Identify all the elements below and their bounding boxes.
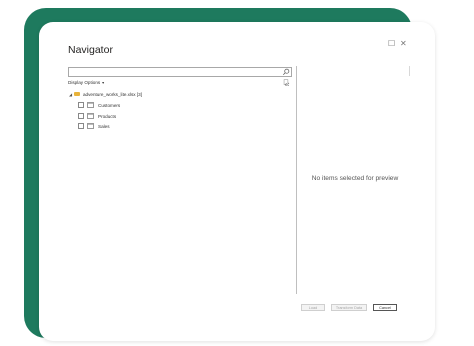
search-icon[interactable] — [282, 68, 290, 76]
checkbox-sales[interactable] — [78, 123, 84, 129]
table-icon — [87, 113, 94, 119]
tree-item-customers[interactable]: Customers — [78, 102, 120, 108]
refresh-icon[interactable] — [283, 79, 290, 86]
tree-root-label: adventure_works_lite.xlsx [3] — [83, 91, 142, 97]
tree-item-label: Customers — [98, 102, 121, 108]
search-box[interactable] — [68, 67, 292, 77]
display-options-dropdown[interactable]: Display Options ▾ — [68, 80, 104, 85]
dialog-title: Navigator — [68, 44, 113, 56]
tree-root-file[interactable]: ◢ adventure_works_lite.xlsx [3] — [69, 91, 142, 97]
tree-item-sales[interactable]: Sales — [78, 123, 110, 129]
window-edge-divider — [409, 66, 410, 76]
preview-empty-message: No items selected for preview — [311, 175, 399, 182]
search-input[interactable] — [69, 68, 281, 76]
transform-data-button[interactable]: Transform Data — [331, 304, 367, 311]
maximize-icon[interactable]: ☐ — [388, 39, 395, 49]
screenshot-stage: Navigator ☐ ✕ Display Options ▾ ◢ adventu… — [0, 0, 474, 346]
navigator-dialog: Navigator ☐ ✕ Display Options ▾ ◢ adventu… — [39, 22, 435, 341]
table-icon — [87, 102, 94, 108]
tree-item-label: Sales — [98, 123, 110, 129]
tree-item-products[interactable]: Products — [78, 113, 116, 119]
cancel-button[interactable]: Cancel — [373, 304, 397, 311]
checkbox-products[interactable] — [78, 113, 84, 119]
checkbox-customers[interactable] — [78, 102, 84, 108]
display-options-label: Display Options — [68, 80, 101, 85]
table-icon — [87, 123, 94, 129]
panel-divider[interactable] — [296, 66, 297, 294]
tree-item-label: Products — [98, 113, 117, 119]
chevron-down-icon: ▾ — [102, 80, 105, 85]
load-button[interactable]: Load — [301, 304, 325, 311]
folder-icon — [74, 92, 80, 96]
close-icon[interactable]: ✕ — [400, 39, 407, 49]
